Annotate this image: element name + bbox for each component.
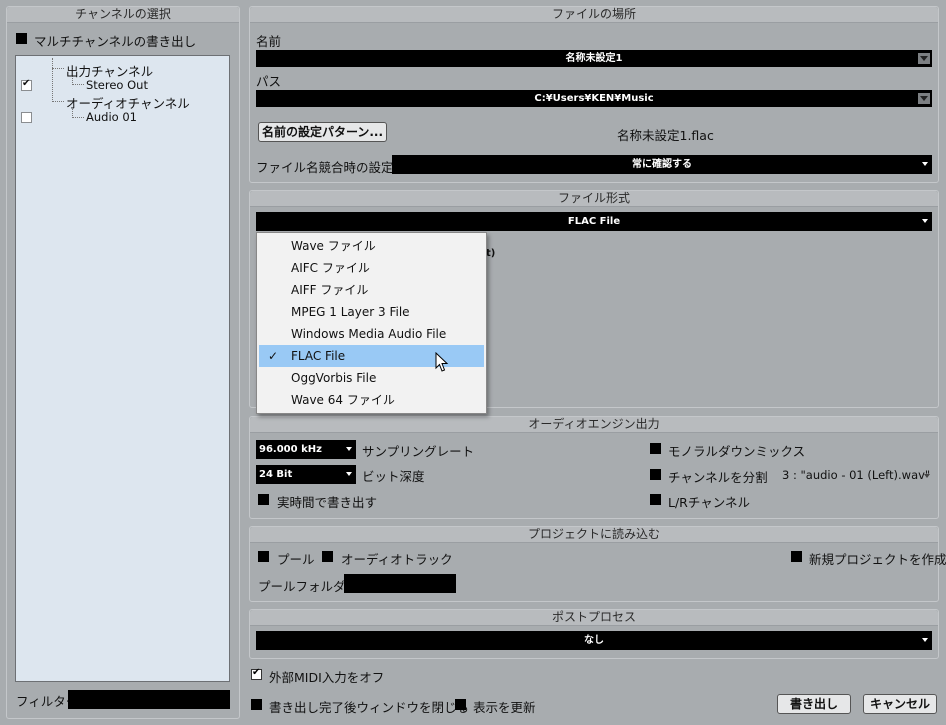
mouse-cursor-icon xyxy=(435,352,449,372)
realtime-export-checkbox[interactable] xyxy=(258,494,269,505)
tree-connector xyxy=(72,84,84,85)
multichannel-checkbox[interactable] xyxy=(16,33,27,44)
chevron-down-icon xyxy=(346,472,352,476)
naming-pattern-button[interactable]: 名前の設定パターン... xyxy=(258,122,387,142)
split-preview-dropdown-icon[interactable] xyxy=(924,474,930,478)
menu-item-label: MPEG 1 Layer 3 File xyxy=(291,305,410,319)
tree-stereo-out[interactable]: Stereo Out xyxy=(86,78,148,92)
split-channels-checkbox[interactable] xyxy=(650,469,661,480)
file-format-title: ファイル形式 xyxy=(250,191,938,207)
menu-item-oggvorbis[interactable]: OggVorbis File xyxy=(259,367,484,389)
mono-downmix-label: モノラルダウンミックス xyxy=(668,444,806,459)
midi-off-label: 外部MIDI入力をオフ xyxy=(269,670,385,685)
chevron-down-icon xyxy=(346,447,352,451)
post-process-value: なし xyxy=(584,635,604,646)
name-field[interactable]: 名称未設定1 xyxy=(256,50,932,67)
menu-item-label: AIFF ファイル xyxy=(291,283,369,297)
file-format-value: FLAC File xyxy=(567,216,621,227)
menu-item-label: FLAC File xyxy=(291,349,346,363)
menu-item-label: OggVorbis File xyxy=(291,371,377,385)
import-project-title: プロジェクトに読み込む xyxy=(250,527,938,543)
filter-input[interactable] xyxy=(68,690,230,709)
tree-connector xyxy=(52,68,64,69)
menu-item-label: Windows Media Audio File xyxy=(291,327,447,341)
split-channels-label: チャンネルを分割 xyxy=(668,470,768,485)
sample-rate-dropdown[interactable]: 96.000 kHz xyxy=(256,440,356,459)
sample-rate-label: サンプリングレート xyxy=(362,444,475,459)
menu-item-wave64[interactable]: Wave 64 ファイル xyxy=(259,389,484,411)
conflict-value: 常に確認する xyxy=(632,159,692,170)
menu-item-aifc[interactable]: AIFC ファイル xyxy=(259,257,484,279)
menu-item-label: AIFC ファイル xyxy=(291,261,370,275)
name-label: 名前 xyxy=(256,34,282,49)
menu-item-wave[interactable]: Wave ファイル xyxy=(259,235,484,257)
menu-item-label: Wave ファイル xyxy=(291,239,376,253)
hidden-format-option-fragment: t) xyxy=(486,248,496,259)
update-display-checkbox[interactable] xyxy=(455,699,466,710)
mono-downmix-checkbox[interactable] xyxy=(650,443,661,454)
channel-selection-title: チャンネルの選択 xyxy=(7,7,239,23)
menu-item-mpeg[interactable]: MPEG 1 Layer 3 File xyxy=(259,301,484,323)
filename-preview: 名称未設定1.flac xyxy=(617,128,714,143)
export-button[interactable]: 書き出し xyxy=(777,694,851,714)
name-value: 名称未設定1 xyxy=(565,53,623,64)
close-after-label: 書き出し完了後ウィンドウを閉じる xyxy=(269,700,470,715)
new-project-checkbox[interactable] xyxy=(791,551,802,562)
chevron-down-icon xyxy=(922,162,928,166)
path-history-dropdown-icon[interactable] xyxy=(918,93,930,104)
tree-connector xyxy=(52,58,53,102)
bit-depth-label: ビット深度 xyxy=(362,469,425,484)
update-display-label: 表示を更新 xyxy=(473,700,536,715)
bit-depth-dropdown[interactable]: 24 Bit xyxy=(256,465,356,484)
bit-depth-value: 24 Bit xyxy=(259,469,293,480)
conflict-dropdown[interactable]: 常に確認する xyxy=(392,155,932,174)
file-format-dropdown[interactable]: FLAC File xyxy=(256,212,932,231)
pool-checkbox[interactable] xyxy=(258,551,269,562)
file-format-menu: Wave ファイル AIFC ファイル AIFF ファイル MPEG 1 Lay… xyxy=(256,232,487,414)
checkmark-icon: ✓ xyxy=(268,349,279,363)
path-label: パス xyxy=(256,74,282,89)
pool-folder-label: プールフォルダー xyxy=(258,579,359,594)
pool-label: プール xyxy=(277,552,315,567)
tree-connector xyxy=(52,101,64,102)
lr-channels-label: L/Rチャンネル xyxy=(668,495,750,510)
path-field[interactable]: C:¥Users¥KEN¥Music xyxy=(256,90,932,107)
tree-connector xyxy=(72,117,84,118)
sample-rate-value: 96.000 kHz xyxy=(259,444,322,455)
lr-channels-checkbox[interactable] xyxy=(650,494,661,505)
close-after-checkbox[interactable] xyxy=(251,699,262,710)
menu-item-wma[interactable]: Windows Media Audio File xyxy=(259,323,484,345)
post-process-dropdown[interactable]: なし xyxy=(256,631,932,650)
name-history-dropdown-icon[interactable] xyxy=(918,53,930,64)
audio-engine-title: オーディオエンジン出力 xyxy=(250,417,938,433)
menu-item-flac[interactable]: ✓ FLAC File xyxy=(259,345,484,367)
audio01-checkbox[interactable] xyxy=(21,112,32,123)
audio-track-checkbox[interactable] xyxy=(322,551,333,562)
stereo-out-checkbox[interactable] xyxy=(21,78,32,91)
chevron-down-icon xyxy=(922,219,928,223)
audio-track-label: オーディオトラック xyxy=(341,552,453,567)
channel-tree[interactable]: 出力チャンネル Stereo Out オーディオチャンネル Audio 01 xyxy=(15,55,230,682)
realtime-export-label: 実時間で書き出す xyxy=(277,495,378,510)
path-value: C:¥Users¥KEN¥Music xyxy=(534,93,654,104)
midi-off-checkbox[interactable] xyxy=(251,667,262,680)
chevron-down-icon xyxy=(922,638,928,642)
split-preview: 3 : "audio - 01 (Left).wav" xyxy=(782,468,931,482)
multichannel-label: マルチチャンネルの書き出し xyxy=(34,34,197,49)
menu-item-label: Wave 64 ファイル xyxy=(291,393,395,407)
file-location-title: ファイルの場所 xyxy=(250,7,938,23)
new-project-label: 新規プロジェクトを作成 xyxy=(809,552,946,567)
conflict-label: ファイル名競合時の設定 xyxy=(256,160,394,175)
post-process-title: ポストプロセス xyxy=(250,610,938,626)
cancel-button[interactable]: キャンセル xyxy=(863,694,937,714)
tree-audio01[interactable]: Audio 01 xyxy=(86,110,137,124)
pool-folder-field[interactable] xyxy=(344,574,456,593)
menu-item-aiff[interactable]: AIFF ファイル xyxy=(259,279,484,301)
